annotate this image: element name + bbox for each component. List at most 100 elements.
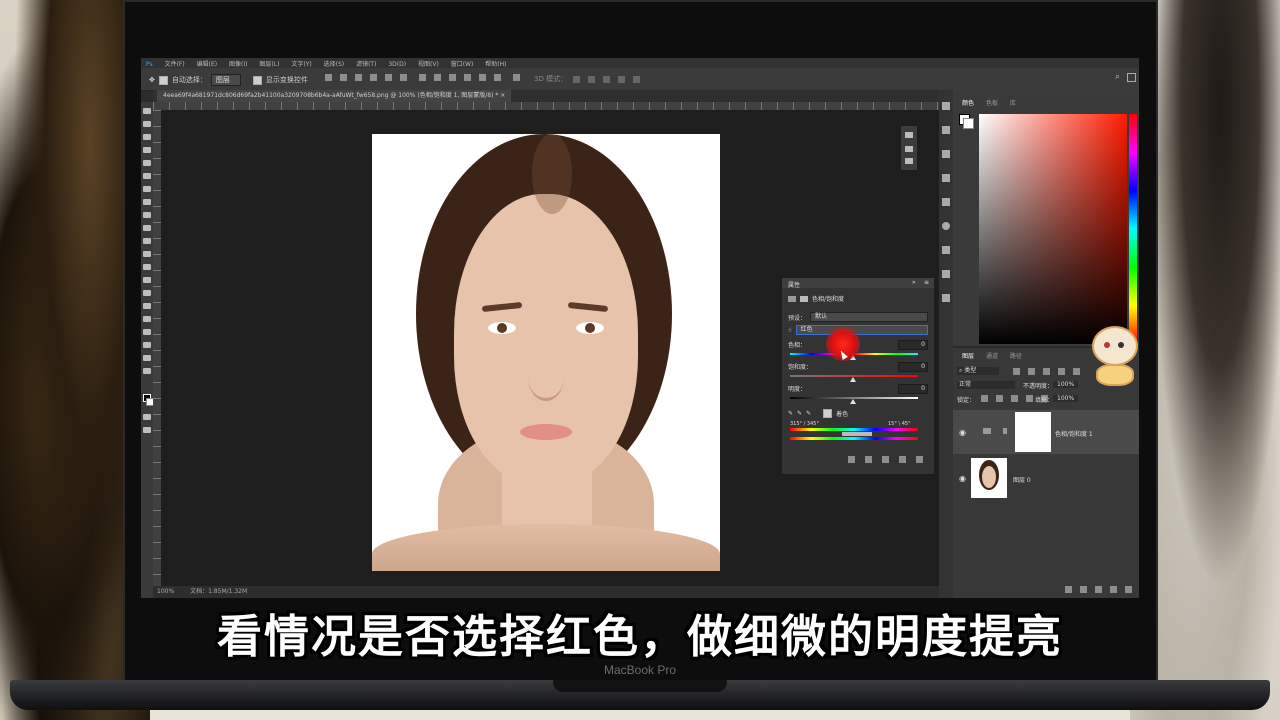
distribute-vcenter-icon[interactable] bbox=[434, 74, 441, 81]
new-adjustment-icon[interactable] bbox=[1110, 586, 1117, 593]
link-layers-icon[interactable] bbox=[1065, 586, 1072, 593]
opacity-value[interactable]: 100% bbox=[1053, 381, 1079, 388]
eyedropper-icon[interactable]: ✎ bbox=[788, 410, 793, 417]
tab-color[interactable]: 颜色 bbox=[957, 98, 979, 107]
show-transform-checkbox[interactable] bbox=[252, 75, 262, 85]
document-info[interactable]: 文档：1.85M/1.32M bbox=[190, 588, 247, 595]
menu-item-3d[interactable]: 3D(D) bbox=[383, 60, 411, 68]
auto-select-checkbox[interactable] bbox=[158, 75, 168, 85]
align-left-icon[interactable] bbox=[370, 74, 377, 81]
lightness-slider-thumb[interactable] bbox=[850, 399, 856, 404]
reset-icon[interactable] bbox=[882, 456, 889, 463]
clone-source-icon[interactable] bbox=[942, 150, 950, 158]
add-style-icon[interactable] bbox=[1080, 586, 1087, 593]
close-tab-icon[interactable]: × bbox=[500, 92, 505, 99]
brush-tool-icon[interactable] bbox=[143, 199, 151, 205]
brush-icon[interactable] bbox=[942, 126, 950, 134]
view-previous-icon[interactable] bbox=[865, 456, 872, 463]
menu-item-select[interactable]: 选择(S) bbox=[319, 58, 350, 68]
link-icon[interactable] bbox=[1003, 428, 1007, 434]
lock-position-icon[interactable] bbox=[1011, 395, 1018, 402]
marquee-tool-icon[interactable] bbox=[143, 121, 151, 127]
eyedropper-tool-icon[interactable] bbox=[143, 173, 151, 179]
distribute-hcenter-icon[interactable] bbox=[479, 74, 486, 81]
menu-item-edit[interactable]: 编辑(E) bbox=[192, 58, 222, 68]
adjust-icon[interactable] bbox=[905, 132, 913, 138]
align-right-icon[interactable] bbox=[400, 74, 407, 81]
hue-range-selector[interactable] bbox=[842, 432, 872, 436]
move-tool-icon[interactable]: ✥ bbox=[149, 76, 155, 84]
layer-row[interactable]: ◉ 图层 0 bbox=[953, 456, 1139, 500]
more-tools-icon[interactable] bbox=[143, 368, 151, 374]
pen-tool-icon[interactable] bbox=[143, 290, 151, 296]
filter-smart-object-icon[interactable] bbox=[1073, 368, 1080, 375]
gradient-tool-icon[interactable] bbox=[143, 251, 151, 257]
styles-icon[interactable] bbox=[942, 294, 950, 302]
3d-pan-icon[interactable] bbox=[603, 75, 611, 83]
layer-thumbnail[interactable] bbox=[971, 458, 1007, 498]
visibility-icon[interactable] bbox=[899, 456, 906, 463]
healing-brush-tool-icon[interactable] bbox=[143, 186, 151, 192]
mask-icon[interactable] bbox=[800, 295, 808, 302]
distribute-right-icon[interactable] bbox=[494, 74, 501, 81]
background-swatch[interactable] bbox=[963, 118, 974, 129]
3d-orbit-icon[interactable] bbox=[573, 75, 581, 83]
character-icon[interactable] bbox=[942, 198, 950, 206]
actions-icon[interactable] bbox=[942, 246, 950, 254]
fill-value[interactable]: 100% bbox=[1053, 395, 1079, 402]
move-tool-icon[interactable] bbox=[143, 108, 151, 114]
history-brush-tool-icon[interactable] bbox=[143, 225, 151, 231]
align-top-icon[interactable] bbox=[325, 74, 332, 81]
3d-slide-icon[interactable] bbox=[618, 75, 626, 83]
search-icon[interactable]: ⌕ bbox=[1115, 72, 1120, 82]
collapse-icon[interactable]: » bbox=[912, 279, 916, 286]
align-hcenter-icon[interactable] bbox=[385, 74, 392, 81]
menu-item-ps[interactable]: Ps bbox=[141, 60, 158, 68]
align-bottom-icon[interactable] bbox=[355, 74, 362, 81]
tab-paths[interactable]: 路径 bbox=[1005, 351, 1027, 360]
layer-mask-thumbnail[interactable] bbox=[1015, 412, 1051, 452]
filter-pixel-icon[interactable] bbox=[1013, 368, 1020, 375]
delete-icon[interactable] bbox=[916, 456, 923, 463]
add-mask-icon[interactable] bbox=[1095, 586, 1102, 593]
hue-value[interactable]: 0 bbox=[898, 340, 928, 350]
layer-row[interactable]: ◉ 色相/饱和度 1 bbox=[953, 410, 1139, 454]
menu-item-type[interactable]: 文字(Y) bbox=[286, 58, 316, 68]
quick-mask-icon[interactable] bbox=[143, 414, 151, 420]
menu-item-view[interactable]: 视图(V) bbox=[413, 58, 444, 68]
screen-mode-icon[interactable] bbox=[143, 427, 151, 433]
saturation-slider-thumb[interactable] bbox=[850, 377, 856, 382]
type-tool-icon[interactable] bbox=[143, 303, 151, 309]
document-tab[interactable]: 4eea69f4a681971dc806d69fa2b41100a3209708… bbox=[157, 90, 512, 102]
layers-comp-icon[interactable] bbox=[905, 146, 913, 152]
menu-item-layer[interactable]: 图层(L) bbox=[254, 58, 284, 68]
quick-select-tool-icon[interactable] bbox=[143, 147, 151, 153]
workspace-icon[interactable] bbox=[1127, 73, 1136, 82]
eye-icon[interactable]: ◉ bbox=[959, 428, 966, 437]
color-picker-field[interactable] bbox=[979, 114, 1127, 344]
auto-align-icon[interactable] bbox=[513, 74, 520, 81]
colorize-checkbox[interactable] bbox=[823, 409, 833, 418]
preset-dropdown[interactable]: 默认 bbox=[810, 312, 928, 322]
filter-type-icon[interactable] bbox=[1043, 368, 1050, 375]
eye-icon[interactable]: ◉ bbox=[959, 474, 966, 483]
eyedropper-subtract-icon[interactable]: ✎ bbox=[806, 410, 811, 417]
tab-swatches[interactable]: 色板 bbox=[981, 98, 1003, 107]
distribute-bottom-icon[interactable] bbox=[449, 74, 456, 81]
layer-filter-dropdown[interactable]: ⌕ 类型 bbox=[957, 367, 999, 375]
path-select-tool-icon[interactable] bbox=[143, 316, 151, 322]
tab-layers[interactable]: 图层 bbox=[957, 351, 979, 360]
menu-item-file[interactable]: 文件(F) bbox=[160, 58, 190, 68]
glyphs-icon[interactable] bbox=[942, 270, 950, 278]
filter-shape-icon[interactable] bbox=[1058, 368, 1065, 375]
clip-to-layer-icon[interactable] bbox=[848, 456, 855, 463]
tab-libraries[interactable]: 库 bbox=[1005, 98, 1021, 107]
brush-preset-icon[interactable] bbox=[905, 158, 913, 164]
saturation-value[interactable]: 0 bbox=[898, 362, 928, 372]
new-group-icon[interactable] bbox=[1125, 586, 1132, 593]
menu-item-help[interactable]: 帮助(H) bbox=[480, 58, 511, 68]
panel-menu-icon[interactable]: ≡ bbox=[924, 279, 929, 286]
blur-tool-icon[interactable] bbox=[143, 264, 151, 270]
history-icon[interactable] bbox=[942, 102, 950, 110]
lightness-value[interactable]: 0 bbox=[898, 384, 928, 394]
